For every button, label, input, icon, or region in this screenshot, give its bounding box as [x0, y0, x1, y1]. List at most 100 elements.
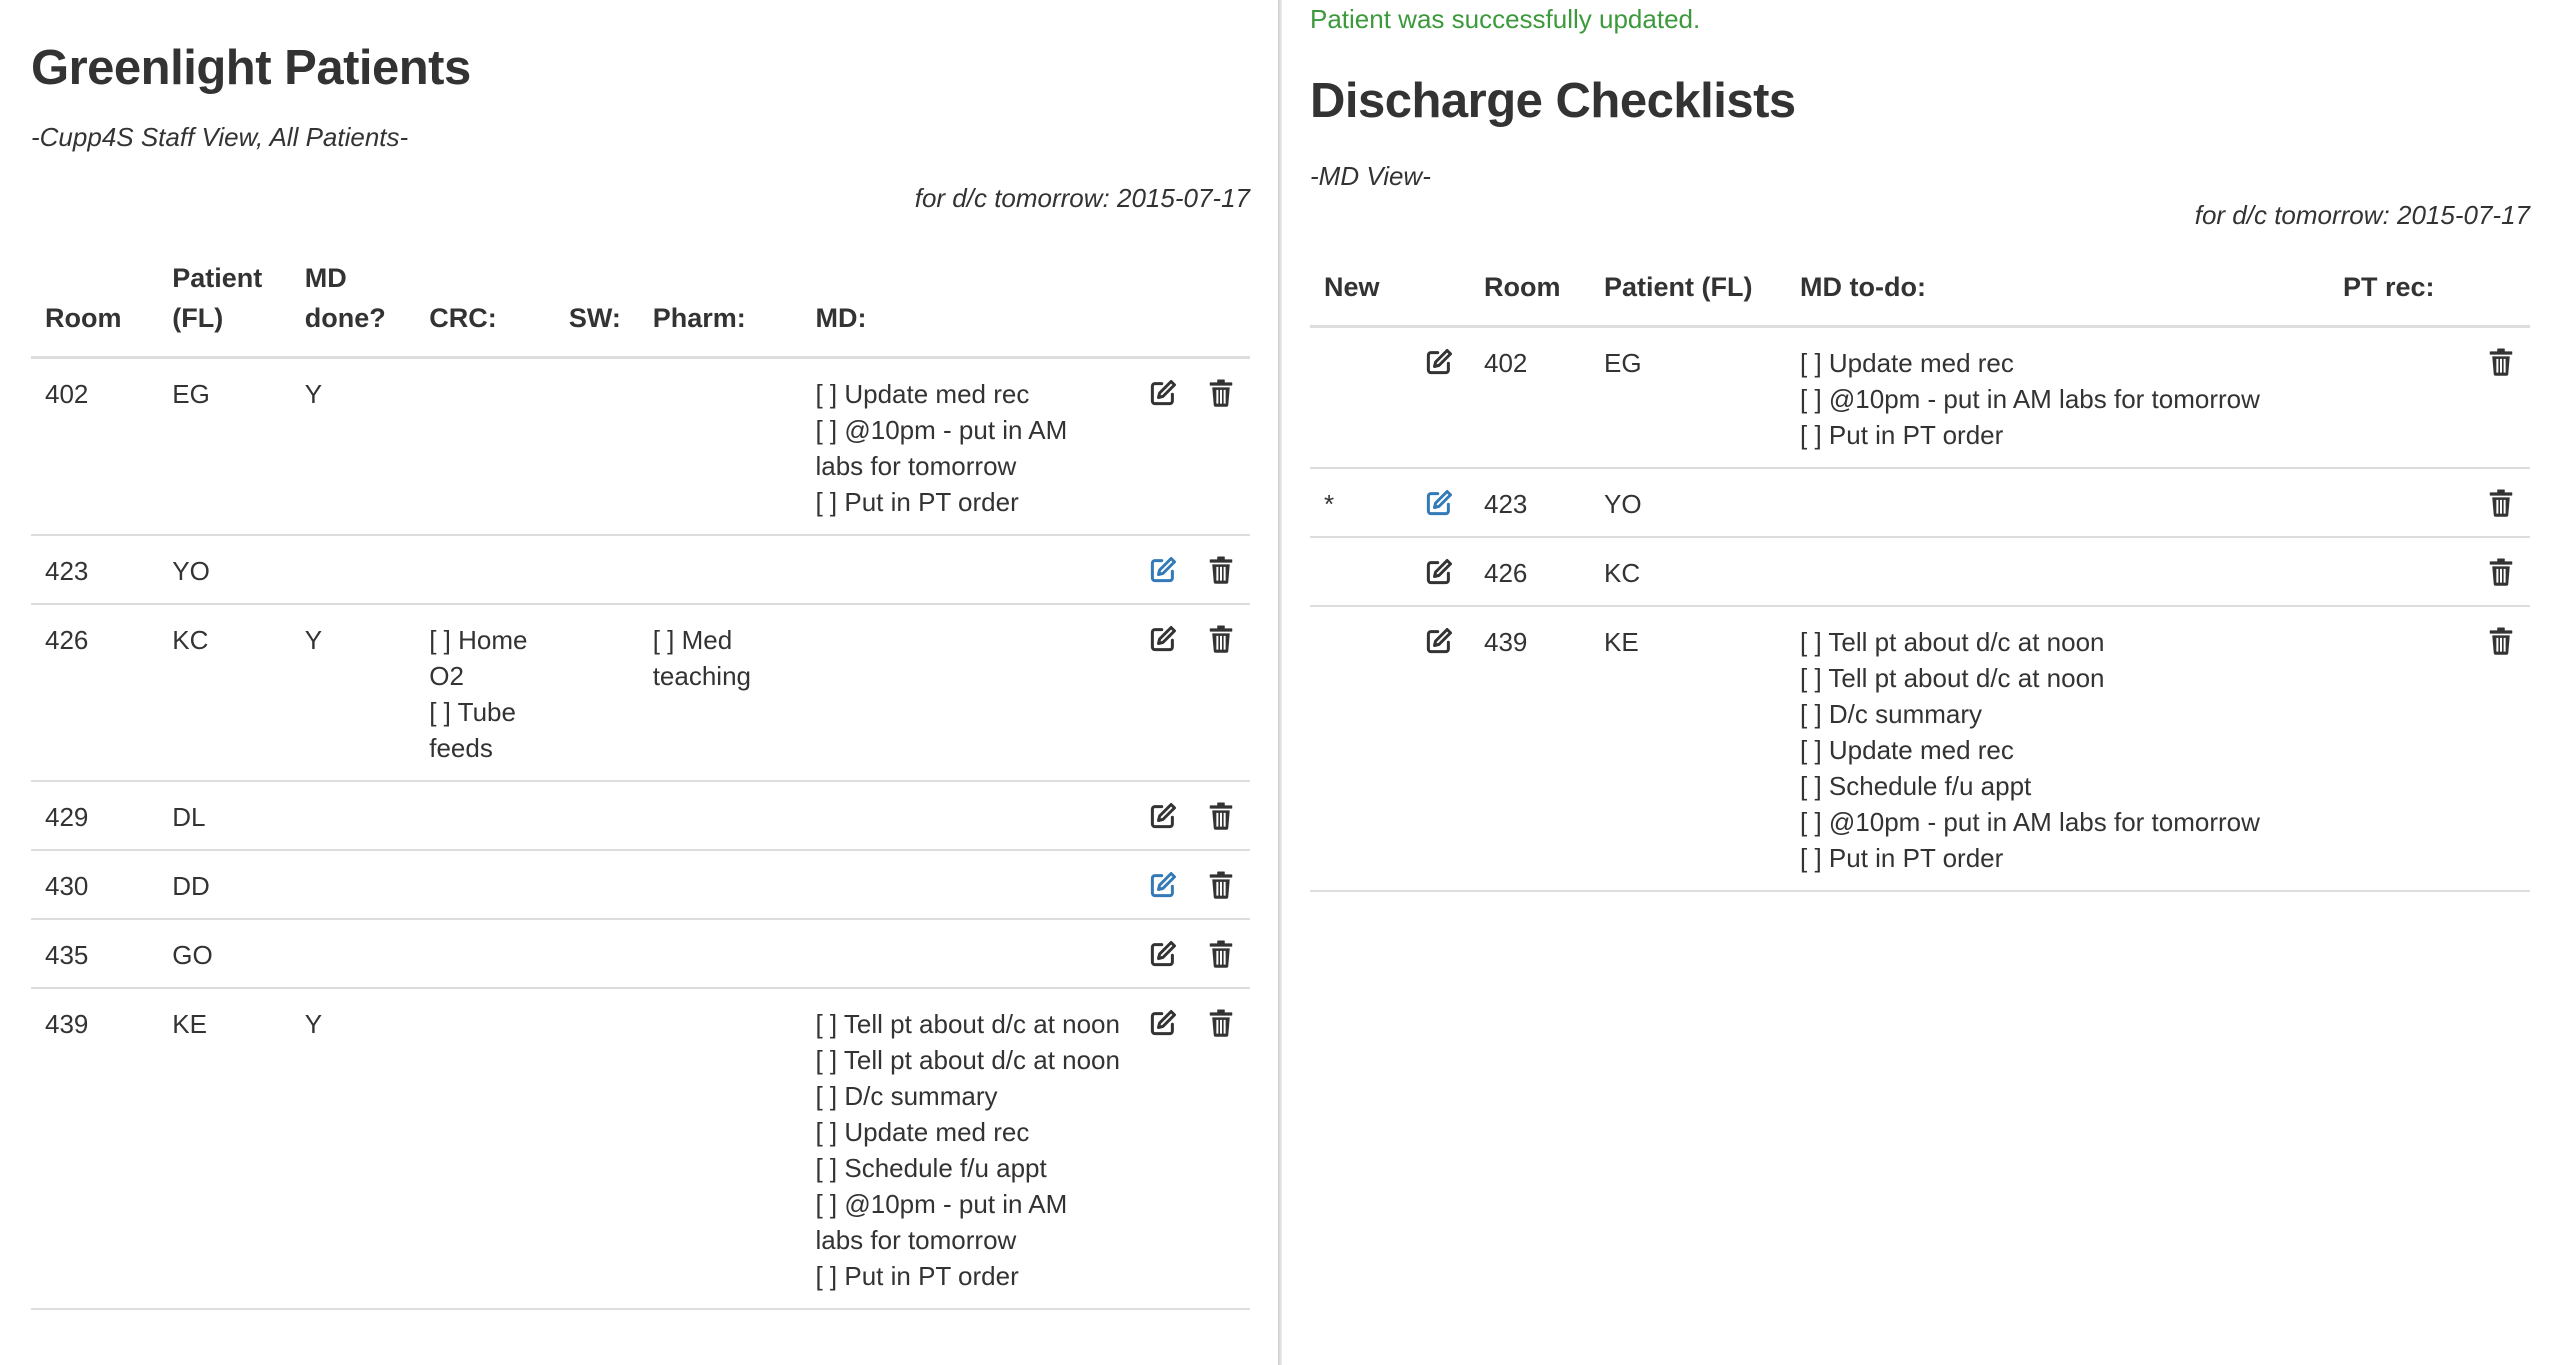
delete-cell	[2472, 326, 2530, 469]
pt-rec-cell	[2329, 326, 2472, 469]
edit-cell	[1410, 606, 1470, 892]
table-row: 435 GO	[31, 919, 1250, 989]
md-cell	[801, 850, 1134, 920]
md-done-cell	[290, 850, 416, 920]
pharm-cell	[638, 781, 802, 851]
todo-item: [ ] Put in PT order	[815, 487, 1019, 517]
todo-item: [ ] Update med rec	[1800, 735, 2014, 765]
room-cell: 426	[1470, 537, 1590, 607]
trash-icon[interactable]	[2486, 626, 2516, 656]
trash-icon[interactable]	[1206, 870, 1236, 900]
edit-icon[interactable]	[1148, 1008, 1178, 1038]
todo-item: [ ] Put in PT order	[1800, 843, 2004, 873]
row-actions	[1134, 604, 1250, 782]
delete-cell	[2472, 468, 2530, 538]
crc-cell	[415, 357, 555, 536]
header-patient: Patient (FL)	[158, 258, 291, 359]
pt-rec-cell	[2329, 606, 2472, 892]
todo-item: [ ] Update med rec	[815, 1117, 1030, 1147]
edit-icon[interactable]	[1424, 557, 1454, 587]
edit-cell	[1410, 326, 1470, 469]
pharm-cell: [ ] Med teaching	[638, 604, 802, 782]
header-patient-line1: Patient	[172, 263, 263, 293]
table-row: 423 YO	[31, 535, 1250, 605]
edit-icon[interactable]	[1148, 801, 1178, 831]
room-cell: 423	[1470, 468, 1590, 538]
md-done-cell	[290, 781, 416, 851]
patient-cell: YO	[1590, 468, 1786, 538]
header-sw: SW:	[554, 258, 639, 359]
trash-icon[interactable]	[1206, 939, 1236, 969]
checklists-table-body: 402 EG [ ] Update med rec [ ] @10pm - put i…	[1310, 326, 2530, 892]
trash-icon[interactable]	[2486, 347, 2516, 377]
trash-icon[interactable]	[1206, 801, 1236, 831]
md-done-cell	[290, 919, 416, 989]
md-todo-cell: [ ] Update med rec [ ] @10pm - put in AM …	[1786, 326, 2329, 469]
table-row: 426 KC	[1310, 537, 2530, 607]
edit-icon[interactable]	[1148, 378, 1178, 408]
trash-icon[interactable]	[1206, 624, 1236, 654]
patients-table-body: 402 EG Y[ ] Update med rec[ ] @10pm - put …	[31, 357, 1250, 1310]
row-actions	[1134, 357, 1250, 536]
table-header-row: New Room Patient (FL) MD to-do: PT rec:	[1310, 267, 2530, 328]
md-cell	[801, 535, 1134, 605]
edit-icon[interactable]	[1424, 347, 1454, 377]
patient-cell: GO	[158, 919, 291, 989]
room-cell: 439	[31, 988, 159, 1310]
row-actions	[1134, 781, 1250, 851]
todo-item: [ ] Schedule f/u appt	[1800, 771, 2032, 801]
trash-icon[interactable]	[1206, 378, 1236, 408]
edit-icon[interactable]	[1424, 488, 1454, 518]
table-row: 402 EG Y [ ] Update med rec [ ] @10pm - put …	[31, 357, 1250, 536]
table-row: 430 DD	[31, 850, 1250, 920]
row-actions	[1134, 535, 1250, 605]
md-todo-cell: [ ] Tell pt about d/c at noon [ ] Tell pt…	[1786, 606, 2329, 892]
trash-icon[interactable]	[2486, 488, 2516, 518]
todo-item: [ ] Home O2	[429, 625, 528, 691]
patient-cell: DD	[158, 850, 291, 920]
header-md-todo: MD to-do:	[1786, 267, 2329, 328]
trash-icon[interactable]	[2486, 557, 2516, 587]
edit-icon[interactable]	[1148, 555, 1178, 585]
discharge-date: for d/c tomorrow: 2015-07-17	[2194, 200, 2530, 230]
edit-icon[interactable]	[1148, 870, 1178, 900]
table-row: 439 KE Y[ ] Tell pt about d/c at noon[ ] T…	[31, 988, 1250, 1310]
trash-icon[interactable]	[1206, 555, 1236, 585]
sw-cell	[554, 604, 639, 782]
crc-cell	[415, 781, 555, 851]
md-cell: [ ] Tell pt about d/c at noon [ ] Tell pt…	[801, 988, 1134, 1310]
new-flag-cell	[1310, 537, 1410, 607]
room-cell: 435	[31, 919, 159, 989]
room-cell: 423	[31, 535, 159, 605]
pharm-cell	[638, 850, 802, 920]
crc-cell: [ ] Home O2[ ] Tube feeds	[415, 604, 555, 782]
room-cell: 426	[31, 604, 159, 782]
md-todo-cell	[1786, 468, 2329, 538]
todo-item: [ ] Tube feeds	[429, 697, 516, 763]
patients-table: Room Patient (FL) MD done? CRC: SW: Phar…	[31, 258, 1250, 1310]
header-md: MD:	[801, 258, 1134, 359]
header-pt-rec: PT rec:	[2329, 267, 2472, 328]
pharm-cell	[638, 919, 802, 989]
crc-cell	[415, 535, 555, 605]
new-flag-cell	[1310, 326, 1410, 469]
edit-icon[interactable]	[1424, 626, 1454, 656]
sw-cell	[554, 535, 639, 605]
edit-icon[interactable]	[1148, 624, 1178, 654]
trash-icon[interactable]	[1206, 1008, 1236, 1038]
todo-item: [ ] Tell pt about d/c at noon	[815, 1045, 1120, 1075]
sw-cell	[554, 357, 639, 536]
header-delete	[2472, 267, 2530, 328]
todo-item: [ ] Update med rec	[815, 379, 1030, 409]
edit-icon[interactable]	[1148, 939, 1178, 969]
row-actions	[1134, 988, 1250, 1310]
md-done-cell	[290, 535, 416, 605]
patient-cell: DL	[158, 781, 291, 851]
room-cell: 430	[31, 850, 159, 920]
edit-cell	[1410, 537, 1470, 607]
header-pharm: Pharm:	[638, 258, 802, 359]
todo-item: [ ] Put in PT order	[815, 1261, 1019, 1291]
pt-rec-cell	[2329, 468, 2472, 538]
md-todo-cell	[1786, 537, 2329, 607]
todo-item: [ ] @10pm - put in AM labs for tomorrow	[815, 1189, 1068, 1255]
